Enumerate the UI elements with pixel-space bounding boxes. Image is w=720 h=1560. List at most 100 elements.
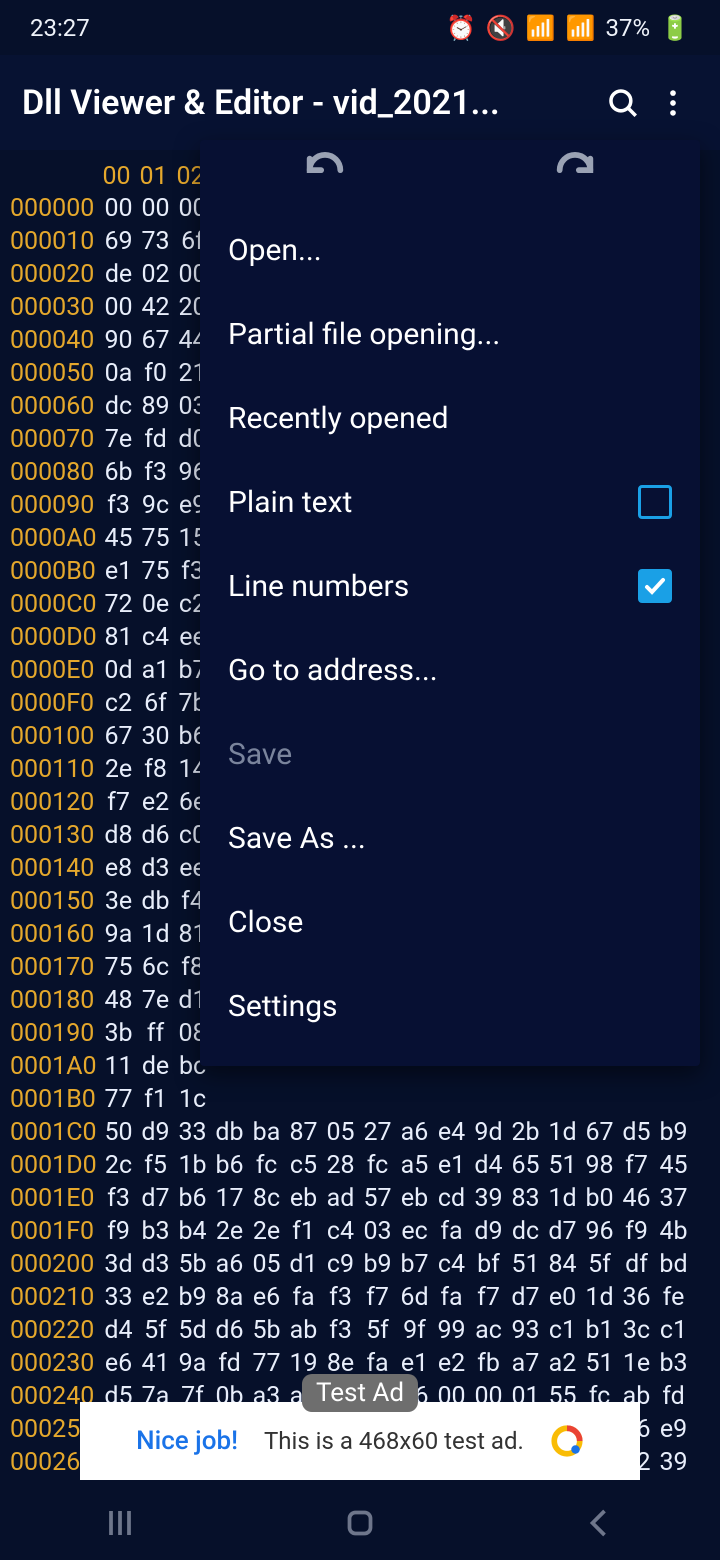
hex-byte[interactable]: 45 [100, 523, 137, 554]
overflow-button[interactable] [648, 86, 698, 120]
hex-byte[interactable]: f3 [100, 1183, 137, 1214]
hex-byte[interactable]: 57 [359, 1183, 396, 1214]
hex-byte[interactable]: 9a [174, 1348, 211, 1379]
hex-byte[interactable]: 05 [248, 1249, 285, 1280]
hex-byte[interactable]: f9 [618, 1216, 655, 1247]
hex-byte[interactable]: 1e [618, 1348, 655, 1379]
hex-byte[interactable]: d1 [285, 1249, 322, 1280]
hex-byte[interactable]: fc [248, 1150, 285, 1181]
hex-byte[interactable]: bf [470, 1249, 507, 1280]
hex-byte[interactable]: 0a [100, 358, 137, 389]
hex-byte[interactable]: c1 [544, 1315, 581, 1346]
hex-byte[interactable]: 77 [248, 1348, 285, 1379]
hex-byte[interactable]: b1 [581, 1315, 618, 1346]
hex-byte[interactable]: 6f [137, 688, 174, 719]
hex-byte[interactable]: b4 [174, 1216, 211, 1247]
hex-byte[interactable]: f1 [137, 1084, 174, 1115]
hex-byte[interactable]: 39 [655, 1447, 692, 1478]
hex-byte[interactable]: 93 [507, 1315, 544, 1346]
hex-byte[interactable]: 36 [618, 1282, 655, 1313]
hex-byte[interactable]: 00 [100, 292, 137, 323]
hex-byte[interactable]: c4 [433, 1249, 470, 1280]
hex-byte[interactable]: 9c [137, 490, 174, 521]
hex-byte[interactable]: ac [470, 1315, 507, 1346]
hex-byte[interactable]: d4 [470, 1150, 507, 1181]
hex-byte[interactable]: db [211, 1117, 248, 1148]
hex-byte[interactable]: b6 [211, 1150, 248, 1181]
hex-byte[interactable]: c5 [285, 1150, 322, 1181]
hex-byte[interactable]: 5f [581, 1249, 618, 1280]
hex-byte[interactable]: 6c [137, 952, 174, 983]
hex-byte[interactable]: f5 [137, 1150, 174, 1181]
plain-text-checkbox[interactable] [638, 485, 672, 519]
hex-byte[interactable]: df [618, 1249, 655, 1280]
hex-byte[interactable]: fc [359, 1150, 396, 1181]
hex-byte[interactable]: d5 [618, 1117, 655, 1148]
hex-byte[interactable]: 4b [655, 1216, 692, 1247]
hex-byte[interactable]: 00 [100, 193, 137, 224]
hex-byte[interactable]: d8 [100, 820, 137, 851]
hex-byte[interactable]: 51 [581, 1348, 618, 1379]
hex-byte[interactable]: b9 [655, 1117, 692, 1148]
hex-byte[interactable]: b7 [396, 1249, 433, 1280]
menu-recent[interactable]: Recently opened [200, 376, 700, 460]
hex-byte[interactable]: d7 [507, 1282, 544, 1313]
hex-byte[interactable]: 1d [137, 919, 174, 950]
hex-byte[interactable]: bd [655, 1249, 692, 1280]
hex-row[interactable]: 000220d45f5dd65babf35f9f99ac93c1b13cc1 [8, 1313, 720, 1346]
hex-byte[interactable]: 1c [174, 1084, 211, 1115]
hex-row[interactable]: 0002003dd35ba605d1c9b9b7c4bf51845fdfbd [8, 1247, 720, 1280]
hex-byte[interactable]: 84 [544, 1249, 581, 1280]
hex-byte[interactable]: 42 [137, 292, 174, 323]
hex-byte[interactable]: c2 [100, 688, 137, 719]
hex-byte[interactable]: e8 [100, 853, 137, 884]
hex-row[interactable]: 0001E0f3d7b6178cebad57ebcd39831db04637 [8, 1181, 720, 1214]
hex-byte[interactable]: d9 [137, 1117, 174, 1148]
hex-byte[interactable]: f1 [285, 1216, 322, 1247]
hex-byte[interactable]: f7 [618, 1150, 655, 1181]
hex-byte[interactable]: 17 [211, 1183, 248, 1214]
hex-byte[interactable]: e9 [655, 1414, 692, 1445]
hex-byte[interactable]: 67 [581, 1117, 618, 1148]
hex-byte[interactable]: 1d [544, 1117, 581, 1148]
hex-byte[interactable]: f3 [322, 1282, 359, 1313]
hex-byte[interactable]: 8c [248, 1183, 285, 1214]
hex-row[interactable]: 0001F0f9b3b42e2ef1c403ecfad9dcd796f94b [8, 1214, 720, 1247]
hex-byte[interactable]: f9 [100, 1216, 137, 1247]
hex-byte[interactable]: 90 [100, 325, 137, 356]
hex-byte[interactable]: 75 [100, 952, 137, 983]
hex-byte[interactable]: 98 [581, 1150, 618, 1181]
hex-byte[interactable]: dc [100, 391, 137, 422]
hex-byte[interactable]: fd [137, 424, 174, 455]
hex-byte[interactable]: d6 [211, 1315, 248, 1346]
hex-byte[interactable]: b3 [137, 1216, 174, 1247]
hex-byte[interactable]: ad [322, 1183, 359, 1214]
hex-byte[interactable]: d7 [544, 1216, 581, 1247]
hex-byte[interactable]: fa [433, 1282, 470, 1313]
hex-byte[interactable]: fe [655, 1282, 692, 1313]
hex-byte[interactable]: 8a [211, 1282, 248, 1313]
hex-byte[interactable]: 9f [396, 1315, 433, 1346]
hex-byte[interactable]: fd [211, 1348, 248, 1379]
hex-byte[interactable]: c4 [322, 1216, 359, 1247]
hex-byte[interactable]: 05 [322, 1117, 359, 1148]
hex-byte[interactable]: 0d [100, 655, 137, 686]
hex-byte[interactable]: b0 [581, 1183, 618, 1214]
hex-byte[interactable]: fd [655, 1381, 692, 1412]
hex-byte[interactable]: 96 [581, 1216, 618, 1247]
hex-byte[interactable]: 83 [507, 1183, 544, 1214]
line-numbers-checkbox[interactable] [638, 569, 672, 603]
hex-byte[interactable]: cd [433, 1183, 470, 1214]
hex-byte[interactable]: 51 [544, 1150, 581, 1181]
hex-byte[interactable]: 6d [396, 1282, 433, 1313]
hex-byte[interactable]: b9 [174, 1282, 211, 1313]
hex-byte[interactable]: 1d [581, 1282, 618, 1313]
hex-byte[interactable]: 2e [248, 1216, 285, 1247]
hex-byte[interactable]: 51 [507, 1249, 544, 1280]
hex-byte[interactable]: dc [507, 1216, 544, 1247]
hex-row[interactable]: 0001C050d933dbba870527a6e49d2b1d67d5b9 [8, 1115, 720, 1148]
hex-byte[interactable]: 7e [100, 424, 137, 455]
hex-byte[interactable]: fb [470, 1348, 507, 1379]
redo-button[interactable] [552, 151, 598, 201]
hex-byte[interactable]: 03 [359, 1216, 396, 1247]
